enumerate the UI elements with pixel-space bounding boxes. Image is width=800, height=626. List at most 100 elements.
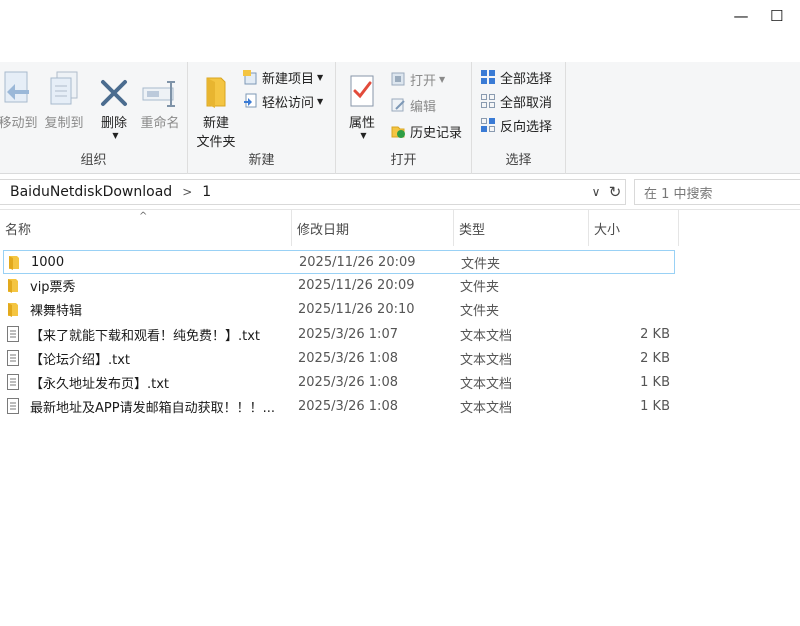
folder-icon — [5, 301, 21, 317]
new-group-label: 新建 — [248, 153, 275, 168]
new-folder-button[interactable]: 新建 文件夹 — [194, 68, 238, 150]
new-folder-icon — [196, 68, 236, 108]
invert-selection-label: 反向选择 — [500, 119, 553, 135]
file-date: 2025/3/26 1:08 — [298, 398, 398, 414]
move-to-icon — [0, 68, 38, 108]
file-row[interactable]: 1000 2025/11/26 20:09 文件夹 — [3, 250, 675, 274]
open-button[interactable]: 打开 ▼ — [390, 68, 445, 90]
address-bar[interactable]: BaiduNetdiskDownload > 1 — [0, 179, 626, 205]
column-header-name[interactable]: 名称 ^ — [0, 210, 292, 246]
search-placeholder: 在 1 中搜索 — [644, 186, 713, 202]
text-file-icon — [5, 398, 21, 414]
easy-access-label: 轻松访问 — [262, 95, 315, 111]
file-name: 1000 — [31, 254, 65, 270]
copy-to-icon — [44, 68, 84, 108]
file-date: 2025/3/26 1:08 — [298, 374, 398, 390]
column-type-label: 类型 — [459, 222, 486, 238]
ribbon-group-open: 属性 ▼ 打开 ▼ 编辑 历史记录 打开 — [336, 62, 472, 174]
sort-ascending-icon: ^ — [139, 211, 148, 222]
column-header-type[interactable]: 类型 — [454, 210, 589, 246]
file-row[interactable]: 【永久地址发布页】.txt 2025/3/26 1:08 文本文档 1 KB — [3, 371, 675, 395]
text-file-icon — [5, 350, 21, 366]
new-item-icon — [242, 69, 258, 85]
open-dropdown-icon: ▼ — [439, 74, 446, 84]
file-name: 最新地址及APP请发邮箱自动获取！！！... — [30, 400, 275, 416]
file-name-cell: 最新地址及APP请发邮箱自动获取！！！... — [5, 395, 290, 417]
new-folder-label-line2: 文件夹 — [196, 135, 236, 150]
refresh-icon[interactable]: ↻ — [604, 179, 626, 205]
file-name: 裸舞特辑 — [30, 303, 83, 319]
file-date: 2025/3/26 1:07 — [298, 326, 398, 342]
file-type: 文件夹 — [461, 256, 501, 272]
file-date: 2025/11/26 20:09 — [299, 254, 416, 270]
breadcrumb-item-baidunetdiskdownload[interactable]: BaiduNetdiskDownload — [10, 184, 172, 200]
delete-icon — [94, 68, 134, 108]
column-name-label: 名称 — [5, 222, 32, 238]
invert-selection-icon — [480, 117, 496, 133]
folder-icon — [5, 277, 21, 293]
file-row[interactable]: 最新地址及APP请发邮箱自动获取！！！... 2025/3/26 1:08 文本… — [3, 395, 675, 419]
file-size: 2 KB — [640, 350, 670, 366]
select-all-button[interactable]: 全部选择 — [480, 66, 552, 88]
select-none-icon — [480, 93, 496, 109]
file-size: 2 KB — [640, 326, 670, 342]
properties-label: 属性 — [348, 116, 375, 131]
delete-label: 删除 — [100, 116, 127, 131]
file-name-cell: 【永久地址发布页】.txt — [5, 371, 290, 393]
open-group-label: 打开 — [390, 153, 417, 168]
column-size-label: 大小 — [594, 222, 621, 238]
file-type: 文本文档 — [460, 400, 513, 416]
breadcrumb-item-1[interactable]: 1 — [202, 184, 211, 200]
delete-button[interactable]: 删除 ▼ — [96, 68, 132, 140]
rename-icon — [140, 68, 180, 108]
properties-dropdown-icon[interactable]: ▼ — [360, 131, 366, 140]
move-to-button[interactable]: 移动到 — [0, 68, 38, 131]
breadcrumb-chevron-icon[interactable]: > — [182, 185, 192, 199]
address-history-dropdown-icon[interactable]: ∨ — [586, 179, 606, 205]
file-row[interactable]: 【论坛介绍】.txt 2025/3/26 1:08 文本文档 2 KB — [3, 347, 675, 371]
folder-icon — [6, 254, 22, 270]
easy-access-icon — [242, 93, 258, 109]
select-all-label: 全部选择 — [500, 71, 553, 87]
file-row[interactable]: vip票秀 2025/11/26 20:09 文件夹 — [3, 274, 675, 298]
move-to-label: 移动到 — [0, 116, 38, 131]
edit-button[interactable]: 编辑 — [390, 94, 436, 116]
new-item-button[interactable]: 新建项目 ▼ — [242, 66, 323, 88]
new-folder-label-line1: 新建 — [202, 116, 229, 131]
file-row[interactable]: 裸舞特辑 2025/11/26 20:10 文件夹 — [3, 298, 675, 322]
properties-icon — [342, 68, 382, 108]
file-size — [593, 298, 670, 320]
new-item-dropdown-icon: ▼ — [317, 72, 324, 82]
column-header-date[interactable]: 修改日期 — [292, 210, 454, 246]
rename-button[interactable]: 重命名 — [136, 68, 184, 131]
ribbon-group-new: 新建 文件夹 新建项目 ▼ 轻松访问 ▼ 新建 — [188, 62, 336, 174]
properties-button[interactable]: 属性 ▼ — [344, 68, 380, 140]
ribbon-group-organize: 移动到 复制到 删除 ▼ 重命名 组织 — [0, 62, 188, 174]
copy-to-button[interactable]: 复制到 — [42, 68, 86, 131]
history-label: 历史记录 — [410, 125, 463, 141]
history-button[interactable]: 历史记录 — [390, 120, 462, 142]
invert-selection-button[interactable]: 反向选择 — [480, 114, 552, 136]
file-size — [594, 251, 671, 273]
column-date-label: 修改日期 — [297, 222, 350, 238]
minimize-button[interactable]: — — [718, 0, 764, 32]
column-header-size[interactable]: 大小 — [589, 210, 679, 246]
file-name-cell: vip票秀 — [5, 274, 290, 296]
file-row[interactable]: 【来了就能下载和观看！纯免费！】.txt 2025/3/26 1:07 文本文档… — [3, 323, 675, 347]
navigation-bar: BaiduNetdiskDownload > 1 ∨ ↻ 在 1 中搜索 — [0, 174, 800, 210]
select-none-label: 全部取消 — [500, 95, 553, 111]
open-label: 打开 — [410, 73, 437, 89]
history-icon — [390, 123, 406, 139]
file-name: 【来了就能下载和观看！纯免费！】.txt — [30, 328, 261, 344]
edit-label: 编辑 — [410, 99, 437, 115]
file-size: 1 KB — [640, 398, 670, 414]
search-box[interactable]: 在 1 中搜索 — [634, 179, 800, 205]
delete-dropdown-icon[interactable]: ▼ — [112, 131, 118, 140]
maximize-button[interactable]: ☐ — [770, 0, 800, 32]
rename-label: 重命名 — [140, 116, 180, 131]
open-icon — [390, 71, 406, 87]
file-date: 2025/11/26 20:10 — [298, 301, 415, 317]
easy-access-button[interactable]: 轻松访问 ▼ — [242, 90, 323, 112]
select-none-button[interactable]: 全部取消 — [480, 90, 552, 112]
file-type: 文件夹 — [460, 279, 500, 295]
